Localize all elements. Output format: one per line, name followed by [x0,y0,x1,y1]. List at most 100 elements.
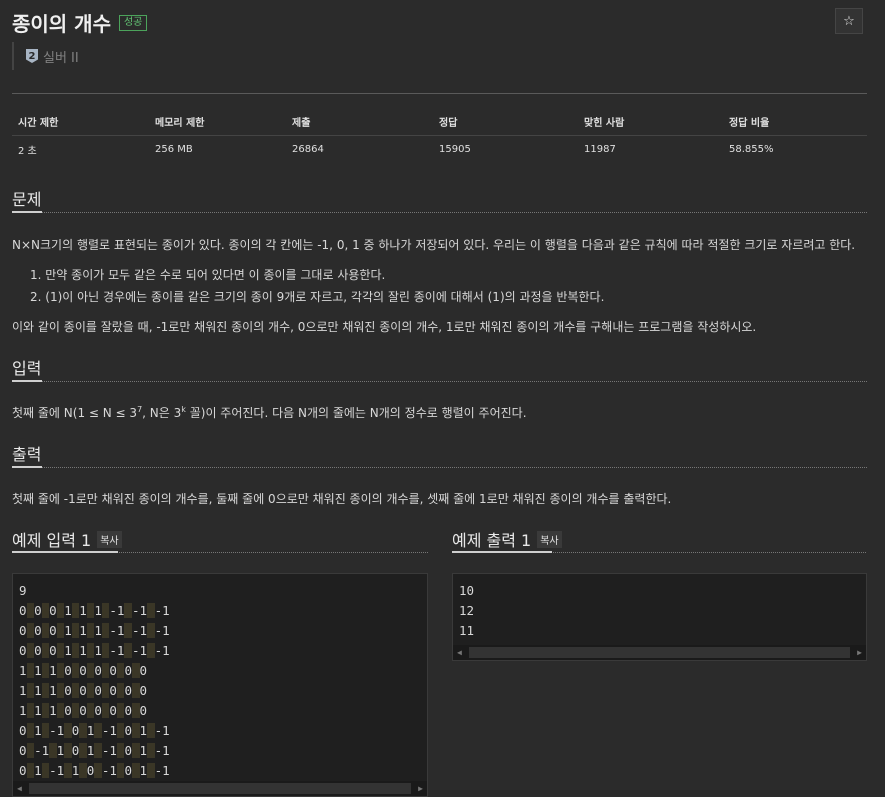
code-line: 0 0 0 1 1 1 -1 -1 -1 [19,621,421,641]
code-line: 12 [459,603,475,618]
code-token: 0 [139,663,148,678]
code-token: 1 [34,683,42,698]
code-line: 1 1 1 0 0 0 0 0 0 [19,661,421,681]
code-token: 0 [79,663,87,678]
code-token: -1 [49,763,65,778]
code-token: 1 [49,683,57,698]
code-line: 0 0 0 1 1 1 -1 -1 -1 [19,601,421,621]
sample-output-box[interactable]: 10 12 11 ◀ ▶ [452,573,867,661]
horizontal-scrollbar[interactable]: ◀ ▶ [453,645,866,660]
code-line: 0 1 -1 1 0 -1 0 1 -1 [19,761,421,781]
status-badge: 성공 [118,14,148,31]
code-token: 1 [19,703,27,718]
code-token: -1 [154,723,170,738]
problem-outro: 이와 같이 종이를 잘랐을 때, -1로만 채워진 종이의 개수, 0으로만 채… [12,320,757,334]
tier-badge-icon: 2 [26,49,38,63]
code-token: 0 [64,683,72,698]
code-token: 1 [49,703,57,718]
code-token: 1 [79,623,87,638]
problem-info-table: 시간 제한 메모리 제한 제출 정답 맞힌 사람 정답 비율 2 초 256 M… [12,108,867,163]
scroll-right-icon[interactable]: ▶ [414,784,427,793]
heading-underline [12,551,118,553]
code-token: 1 [94,603,102,618]
code-token: 0 [79,683,87,698]
code-token: -1 [131,623,148,638]
sample-input-heading: 예제 입력 1 복사 [12,527,122,551]
code-token: 0 [19,623,27,638]
scroll-right-icon[interactable]: ▶ [853,648,866,657]
header-memory-limit: 메모리 제한 [149,108,286,136]
sample-input-box[interactable]: 9 0 0 0 1 1 1 -1 -1 -1 0 0 0 1 1 1 -1 -1 … [12,573,428,797]
code-line: 0 0 0 1 1 1 -1 -1 -1 [19,641,421,661]
code-token: 1 [49,663,57,678]
code-token: -1 [131,603,148,618]
code-token: 0 [19,603,27,618]
code-token: -1 [34,743,50,758]
sample-output-heading: 예제 출력 1 복사 [452,527,562,551]
code-token: 1 [34,663,42,678]
code-token: 0 [139,703,148,718]
title-row: 종이의 개수 성공 [12,8,148,37]
header-time-limit: 시간 제한 [12,108,149,136]
code-token: 1 [139,763,148,778]
code-token: 0 [19,723,27,738]
code-token: 0 [49,643,57,658]
code-line: 1 1 1 0 0 0 0 0 0 [19,681,421,701]
code-line: 0 1 -1 0 1 -1 0 1 -1 [19,721,421,741]
code-token: 0 [49,623,57,638]
favorite-star-button[interactable]: ☆ [835,8,863,34]
code-token: 0 [124,763,132,778]
header-submissions: 제출 [286,108,433,136]
header-solvers: 맞힌 사람 [578,108,723,136]
code-token: -1 [154,623,170,638]
code-token: -1 [101,743,117,758]
code-token: 0 [64,663,72,678]
input-heading: 입력 [12,359,42,378]
code-token: 0 [124,743,132,758]
code-token: -1 [154,743,170,758]
output-heading: 출력 [12,445,42,464]
code-token: 0 [109,663,117,678]
code-token: 0 [124,663,132,678]
code-token: 0 [124,703,132,718]
scroll-left-icon[interactable]: ◀ [453,648,466,657]
copy-input-button[interactable]: 복사 [97,530,122,548]
code-token: 1 [64,623,72,638]
code-token: 1 [19,663,27,678]
page-title: 종이의 개수 [12,12,111,36]
code-token: 1 [34,763,42,778]
code-line: 1 1 1 0 0 0 0 0 0 [19,701,421,721]
code-token: 0 [34,603,42,618]
code-token: 1 [94,623,102,638]
code-token: 0 [34,623,42,638]
submissions-value: 26864 [292,144,324,155]
scroll-left-icon[interactable]: ◀ [13,784,26,793]
time-limit-value: 2 초 [18,146,37,157]
code-line: 0 -1 1 0 1 -1 0 1 -1 [19,741,421,761]
sample-input-title: 예제 입력 1 [12,531,92,550]
code-token: 0 [34,643,42,658]
code-token: -1 [154,763,170,778]
copy-output-button[interactable]: 복사 [537,530,562,548]
heading-underline [12,466,42,468]
list-item: 2. (1)이 아닌 경우에는 종이를 같은 크기의 종이 9개로 자르고, 각… [30,290,605,304]
code-token: 1 [79,603,87,618]
code-token: 1 [19,683,27,698]
section-divider [12,381,867,382]
divider [12,93,867,94]
code-token: -1 [109,643,125,658]
header-accepted: 정답 [433,108,578,136]
code-token: 0 [124,723,132,738]
code-token: 1 [64,643,72,658]
tier-label[interactable]: 2 실버 II [12,42,79,70]
code-token: 1 [139,723,148,738]
code-line: 9 [19,583,27,598]
memory-limit-value: 256 MB [155,144,193,155]
code-line: 11 [459,623,475,638]
code-token: 0 [19,643,27,658]
code-token: 0 [109,683,117,698]
solvers-value: 11987 [584,144,616,155]
code-line: 10 [459,583,475,598]
horizontal-scrollbar[interactable]: ◀ ▶ [13,781,427,796]
code-token: 1 [79,643,87,658]
